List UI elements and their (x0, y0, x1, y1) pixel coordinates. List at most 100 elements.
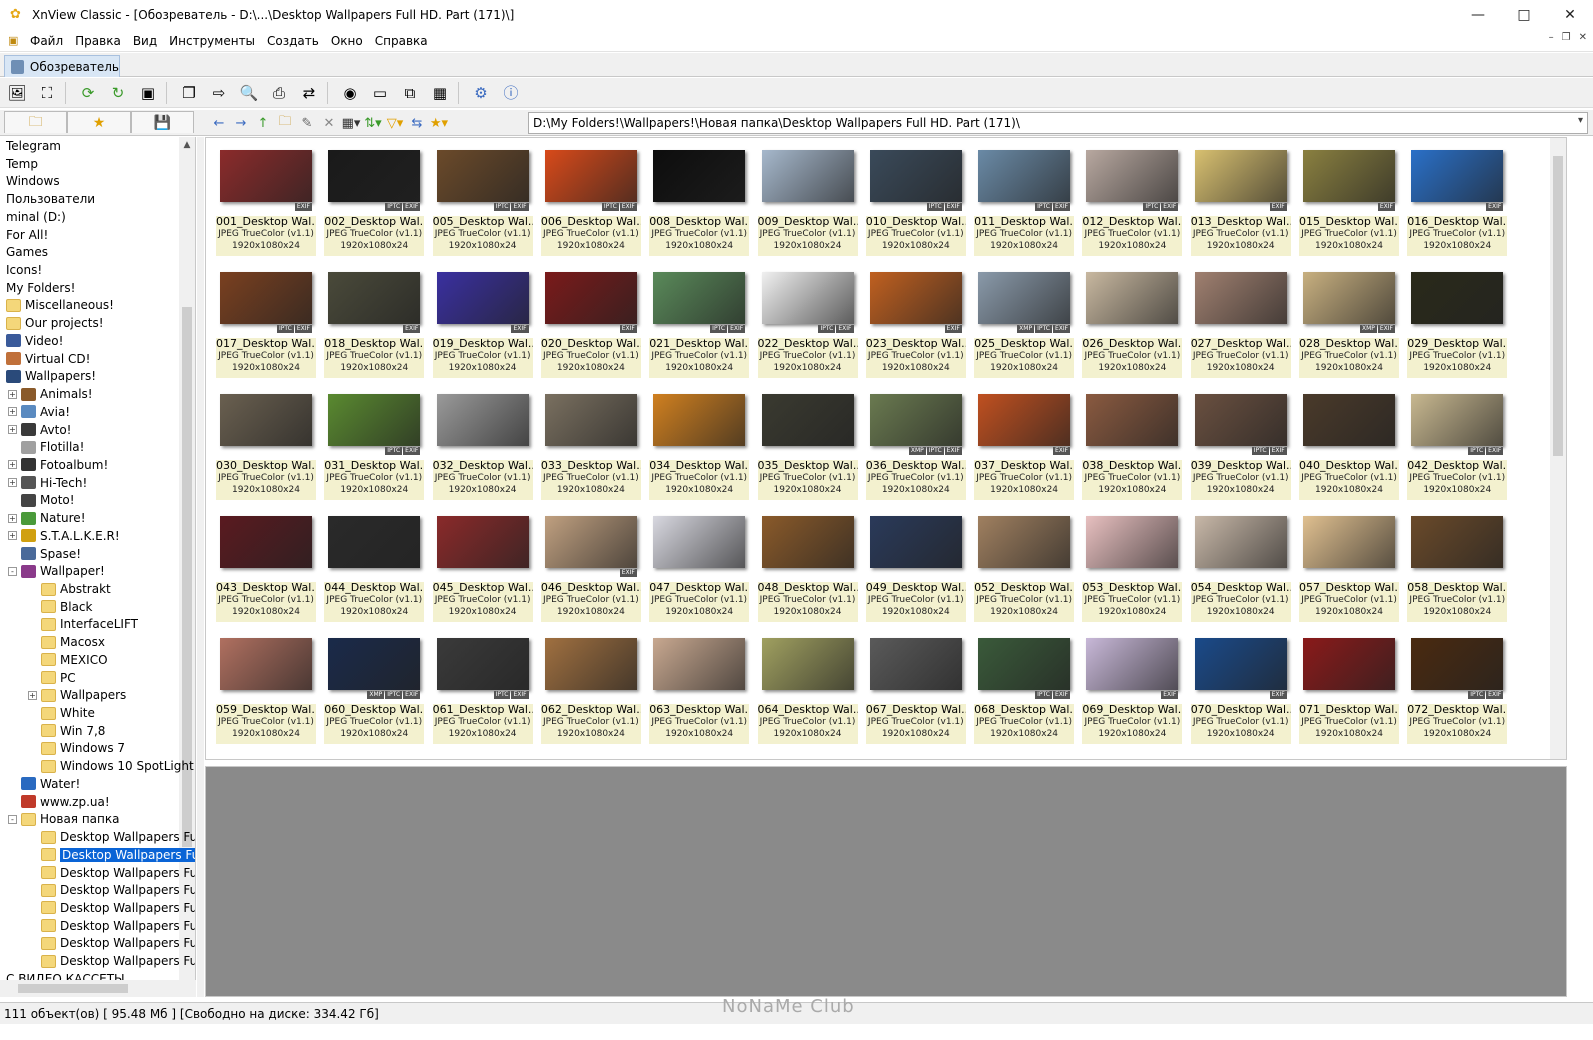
thumbnail-item[interactable]: 034_Desktop Wal... JPEG TrueColor (v1.1) 1… (647, 390, 751, 500)
tree-item[interactable]: Abstrakt (28, 580, 111, 598)
tree-item[interactable]: White (28, 704, 95, 722)
tree-item[interactable]: + S.T.A.L.K.E.R! (8, 527, 120, 545)
thumbnail-image[interactable] (1303, 150, 1395, 202)
preview-icon[interactable]: 🖼 (4, 81, 30, 105)
slideshow-icon[interactable]: ▣ (135, 81, 161, 105)
thumbnail-item[interactable]: 038_Desktop Wal... JPEG TrueColor (v1.1) 1… (1080, 390, 1184, 500)
thumbnail-image[interactable] (653, 272, 746, 324)
thumbnail-image[interactable] (328, 150, 421, 202)
thumbnail-image[interactable] (869, 638, 962, 690)
thumbnail-image[interactable] (761, 516, 854, 568)
thumbnail-scroll-thumb[interactable] (1553, 156, 1563, 456)
thumbnail-image[interactable] (1194, 394, 1287, 446)
thumbnail-item[interactable]: 058_Desktop Wal... JPEG TrueColor (v1.1) 1… (1405, 512, 1509, 622)
menu-create[interactable]: Создать (261, 31, 325, 51)
thumbnail-item[interactable]: 053_Desktop Wal... JPEG TrueColor (v1.1) 1… (1080, 512, 1184, 622)
tree-item[interactable]: Desktop Wallpapers Fu (28, 864, 195, 882)
thumbnail-item[interactable]: IPTC EXIF 068_Desktop Wal... JPEG TrueColor… (972, 634, 1076, 744)
thumbnail-item[interactable]: IPTC EXIF 005_Desktop Wal... JPEG TrueColor… (431, 146, 535, 256)
menu-edit[interactable]: Правка (69, 31, 127, 51)
thumbnail-item[interactable]: 008_Desktop Wal... JPEG TrueColor (v1.1) 1… (647, 146, 751, 256)
thumbnail-item[interactable]: 026_Desktop Wal... JPEG TrueColor (v1.1) 1… (1080, 268, 1184, 378)
tree-item[interactable]: InterfaceLIFT (28, 615, 138, 633)
thumbnail-image[interactable] (544, 516, 637, 568)
thumbnail-item[interactable]: IPTC EXIF 022_Desktop Wal... JPEG TrueColor… (756, 268, 860, 378)
scroll-up-icon[interactable]: ▲ (179, 137, 195, 153)
address-input[interactable]: D:\My Folders!\Wallpapers!\Новая папка\D… (528, 112, 1588, 134)
wallpaper-icon[interactable]: ▭ (367, 81, 393, 105)
thumbnail-image[interactable] (1411, 516, 1504, 568)
thumbnail-image[interactable] (761, 272, 854, 324)
convert-icon[interactable]: ⇄ (296, 81, 322, 105)
tree-item[interactable]: Desktop Wallpapers Fu (28, 952, 195, 970)
sync-icon[interactable]: ⇆ (406, 112, 428, 134)
thumbnail-item[interactable]: IPTC EXIF 002_Desktop Wal... JPEG TrueColor… (322, 146, 426, 256)
tab-browser[interactable]: Обозреватель (4, 55, 120, 77)
tree-item[interactable]: Miscellaneous! (6, 296, 114, 314)
menu-help[interactable]: Справка (369, 31, 434, 51)
tree-item[interactable]: + Wallpapers (28, 686, 126, 704)
move-icon[interactable]: ⇨ (206, 81, 232, 105)
tree-item[interactable]: Wallpapers! (6, 367, 96, 385)
copy-icon[interactable]: ❐ (176, 81, 202, 105)
tree-item[interactable]: Moto! (8, 491, 75, 509)
minimize-button[interactable]: — (1455, 0, 1501, 30)
thumbnail-item[interactable]: 049_Desktop Wal... JPEG TrueColor (v1.1) 1… (864, 512, 968, 622)
delete-icon[interactable]: ✕ (318, 112, 340, 134)
thumbnail-item[interactable]: 035_Desktop Wal... JPEG TrueColor (v1.1) 1… (756, 390, 860, 500)
fullscreen-icon[interactable]: ⛶ (34, 81, 60, 105)
thumbnail-item[interactable]: IPTC EXIF 011_Desktop Wal... JPEG TrueColor… (972, 146, 1076, 256)
thumbnail-item[interactable]: EXIF 023_Desktop Wal... JPEG TrueColor (v1… (864, 268, 968, 378)
thumbnail-image[interactable] (978, 638, 1071, 690)
thumbnail-item[interactable]: IPTC EXIF 061_Desktop Wal... JPEG TrueColor… (431, 634, 535, 744)
thumbnail-image[interactable] (220, 516, 312, 568)
thumbnail-image[interactable] (978, 150, 1071, 202)
tree-item[interactable]: + Avia! (8, 403, 70, 421)
thumbnail-image[interactable] (436, 394, 529, 446)
thumbnail-image[interactable] (869, 150, 962, 202)
tree-horizontal-scrollbar[interactable] (0, 980, 196, 997)
tree-item[interactable]: Video! (6, 332, 63, 350)
tree-item[interactable]: Flotilla! (8, 438, 84, 456)
settings-gear-icon[interactable]: ⚙ (468, 81, 494, 105)
thumbnail-image[interactable] (978, 272, 1071, 324)
thumbnail-image[interactable] (328, 272, 421, 324)
expand-icon[interactable]: + (8, 460, 17, 470)
thumbnail-item[interactable]: IPTC EXIF 017_Desktop Wal... JPEG TrueColor… (214, 268, 318, 378)
thumbnail-image[interactable] (220, 150, 312, 202)
thumbnail-image[interactable] (1086, 394, 1179, 446)
folders-tab-icon[interactable]: 🗀 (4, 111, 68, 133)
menu-window[interactable]: Окно (325, 31, 369, 51)
tree-item[interactable]: Icons! (6, 261, 42, 279)
folder-tree[interactable]: ▲ ▼ TelegramTempWindowsПользователиminal… (0, 137, 196, 997)
thumbnail-item[interactable]: EXIF 016_Desktop Wal... JPEG TrueColor (v1… (1405, 146, 1509, 256)
thumbnail-item[interactable]: 047_Desktop Wal... JPEG TrueColor (v1.1) 1… (647, 512, 751, 622)
title-bar[interactable]: ✿ XnView Classic - [Обозреватель - D:\..… (0, 0, 1593, 30)
tree-item[interactable]: Пользователи (6, 190, 95, 208)
tree-item[interactable]: Temp (6, 155, 38, 173)
tree-item[interactable]: - Новая папка (8, 810, 119, 828)
back-icon[interactable]: ← (208, 112, 230, 134)
thumbnail-item[interactable]: IPTC EXIF 072_Desktop Wal... JPEG TrueColor… (1405, 634, 1509, 744)
bookmark-star-icon[interactable]: ★▾ (428, 112, 450, 134)
thumbnail-image[interactable] (761, 394, 854, 446)
thumbnail-item[interactable]: 057_Desktop Wal... JPEG TrueColor (v1.1) 1… (1297, 512, 1401, 622)
thumbnail-item[interactable]: EXIF 069_Desktop Wal... JPEG TrueColor (v1… (1080, 634, 1184, 744)
thumbnail-item[interactable]: IPTC EXIF 021_Desktop Wal... JPEG TrueColor… (647, 268, 751, 378)
thumbnail-image[interactable] (220, 394, 312, 446)
menu-tools[interactable]: Инструменты (163, 31, 261, 51)
thumbnail-image[interactable] (544, 150, 637, 202)
thumbnail-image[interactable] (1194, 516, 1287, 568)
thumbnail-item[interactable]: EXIF 019_Desktop Wal... JPEG TrueColor (v1… (431, 268, 535, 378)
tree-item[interactable]: Win 7,8 (28, 722, 105, 740)
thumbnail-item[interactable]: 030_Desktop Wal... JPEG TrueColor (v1.1) 1… (214, 390, 318, 500)
print-icon[interactable]: ⎙ (266, 81, 292, 105)
thumbnail-item[interactable]: EXIF 020_Desktop Wal... JPEG TrueColor (v1… (539, 268, 643, 378)
grid-icon[interactable]: ▦ (427, 81, 453, 105)
thumbnail-item[interactable]: 054_Desktop Wal... JPEG TrueColor (v1.1) 1… (1189, 512, 1293, 622)
tree-item[interactable]: Desktop Wallpapers Fu (28, 917, 195, 935)
thumbnail-image[interactable] (220, 272, 312, 324)
tree-item[interactable]: www.zp.ua! (8, 793, 110, 811)
thumbnail-image[interactable] (1303, 272, 1395, 324)
thumbnail-item[interactable]: XMP IPTC EXIF 025_Desktop Wal... JPEG TrueCo… (972, 268, 1076, 378)
